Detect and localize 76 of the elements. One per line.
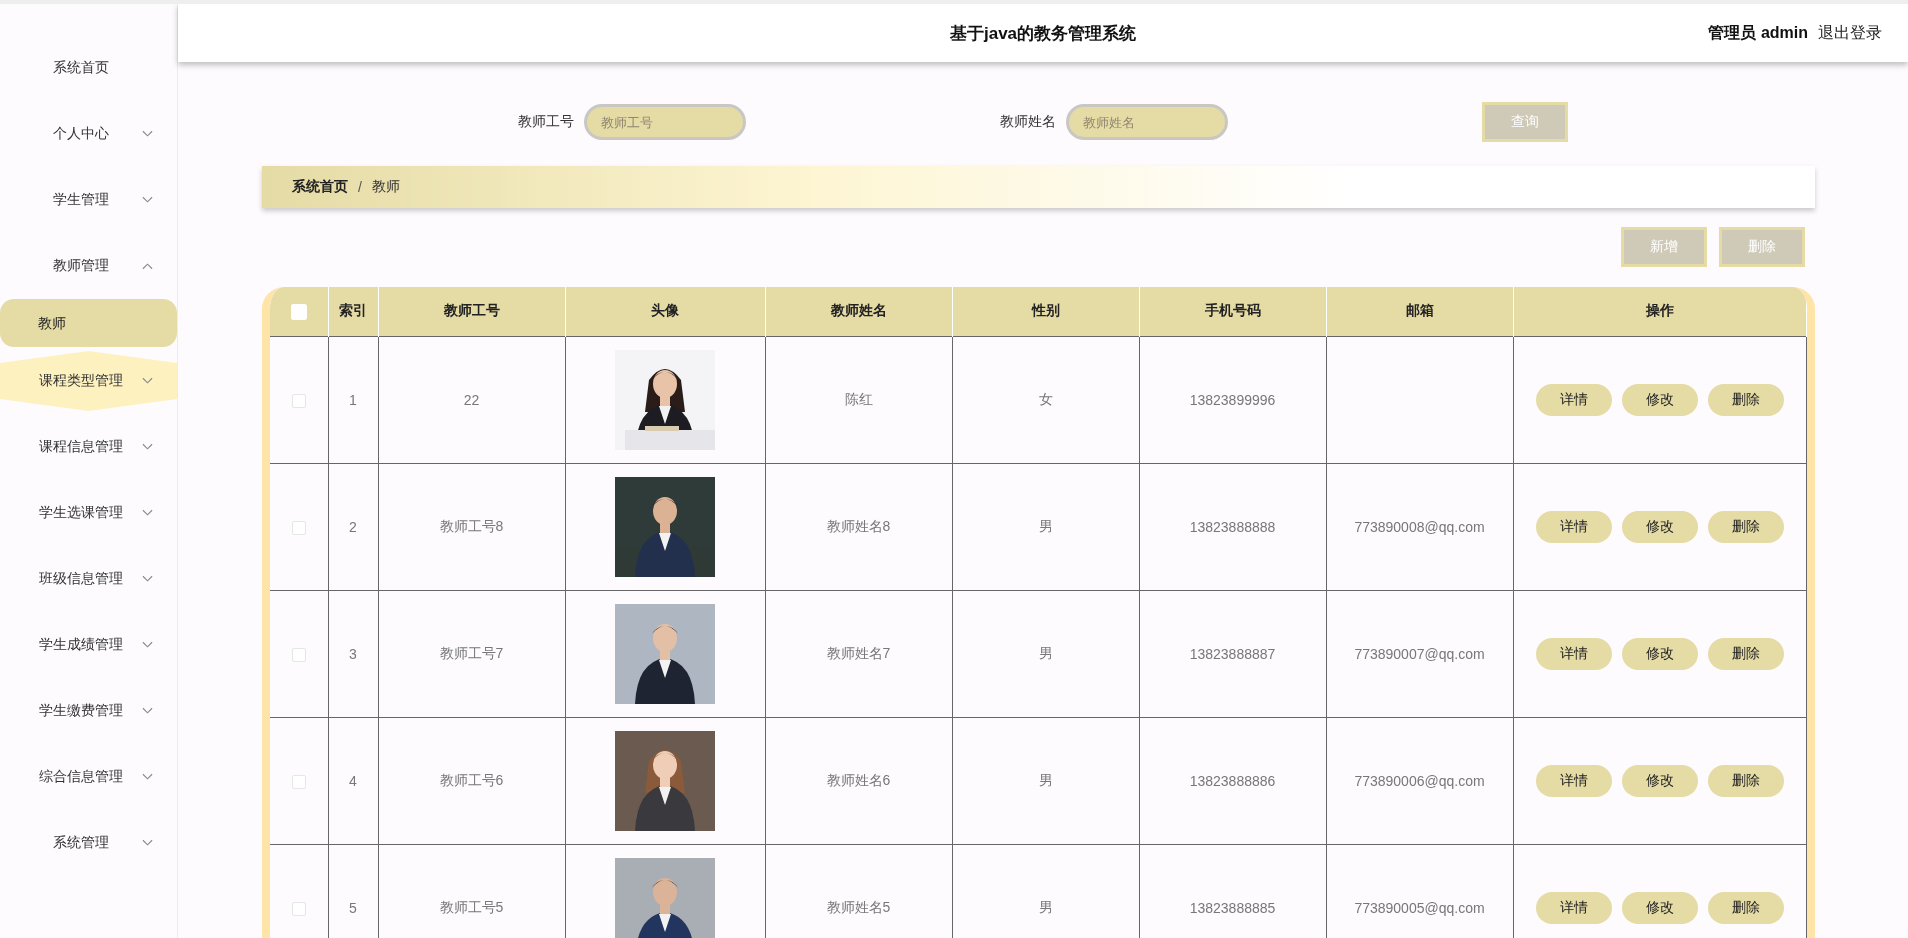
row-checkbox[interactable] bbox=[291, 393, 306, 408]
delete-button[interactable]: 删除 bbox=[1707, 764, 1784, 797]
details-button[interactable]: 详情 bbox=[1535, 637, 1612, 670]
table-cell: 女 bbox=[952, 336, 1139, 464]
table-cell: 教师姓名7 bbox=[765, 590, 952, 718]
table-cell: 教师姓名6 bbox=[765, 717, 952, 845]
details-button[interactable]: 详情 bbox=[1535, 383, 1612, 416]
table-cell: 教师工号7 bbox=[378, 590, 565, 718]
row-checkbox[interactable] bbox=[291, 901, 306, 916]
row-checkbox[interactable] bbox=[291, 774, 306, 789]
row-checkbox[interactable] bbox=[291, 647, 306, 662]
search-field[interactable]: 教师工号 bbox=[584, 104, 746, 140]
table-cell: 男 bbox=[952, 590, 1139, 718]
sidebar-item[interactable]: 课程信息管理 bbox=[0, 414, 177, 480]
table-cell: 773890006@qq.com bbox=[1354, 772, 1485, 789]
delete-button[interactable]: 删除 bbox=[1707, 637, 1784, 670]
details-button[interactable]: 详情 bbox=[1535, 764, 1612, 797]
table-cell: 教师工号8 bbox=[378, 463, 565, 591]
table-cell: 男 bbox=[952, 463, 1139, 591]
field-label: 教师姓名 bbox=[1000, 113, 1056, 131]
select-all-checkbox[interactable] bbox=[290, 303, 307, 320]
breadcrumb-current: 教师 bbox=[371, 177, 400, 196]
edit-button[interactable]: 修改 bbox=[1621, 510, 1698, 543]
sidebar-item[interactable]: 系统管理 bbox=[0, 810, 177, 876]
table-cell: 4 bbox=[328, 717, 378, 845]
table-cell: 22 bbox=[378, 336, 565, 464]
sidebar-item[interactable]: 课程类型管理 bbox=[0, 351, 177, 411]
column-header: 教师工号 bbox=[378, 286, 565, 337]
sidebar-item[interactable]: 系统首页 bbox=[0, 35, 177, 101]
row-checkbox[interactable] bbox=[291, 520, 306, 535]
search-field[interactable]: 教师姓名 bbox=[1066, 104, 1228, 140]
field-label: 教师工号 bbox=[518, 113, 574, 131]
sidebar-item[interactable]: 个人中心 bbox=[0, 101, 177, 167]
edit-button[interactable]: 修改 bbox=[1621, 383, 1698, 416]
column-header: 教师姓名 bbox=[765, 286, 952, 337]
details-button[interactable]: 详情 bbox=[1535, 510, 1612, 543]
table-cell: 教师姓名8 bbox=[765, 463, 952, 591]
sidebar-item[interactable]: 学生缴费管理 bbox=[0, 678, 177, 744]
column-header: 手机号码 bbox=[1139, 286, 1326, 337]
table-cell: 773890007@qq.com bbox=[1354, 645, 1485, 662]
breadcrumb-separator: / bbox=[358, 178, 362, 195]
column-header: 性别 bbox=[952, 286, 1139, 337]
sidebar-item[interactable]: 学生选课管理 bbox=[0, 480, 177, 546]
sidebar-item[interactable]: 班级信息管理 bbox=[0, 546, 177, 612]
table-cell: 男 bbox=[952, 717, 1139, 845]
table-cell: 773890005@qq.com bbox=[1354, 899, 1485, 916]
sidebar-item[interactable]: 综合信息管理 bbox=[0, 744, 177, 810]
edit-button[interactable]: 修改 bbox=[1621, 764, 1698, 797]
delete-button[interactable]: 删除 bbox=[1707, 383, 1784, 416]
table-cell: 13823888887 bbox=[1139, 590, 1326, 718]
column-header: 邮箱 bbox=[1326, 286, 1513, 337]
delete-button[interactable]: 删除 bbox=[1707, 510, 1784, 543]
column-header: 操作 bbox=[1513, 286, 1807, 337]
sidebar-item[interactable]: 学生管理 bbox=[0, 167, 177, 233]
table-cell: 陈红 bbox=[765, 336, 952, 464]
user-label: 管理员 admin bbox=[1708, 22, 1808, 43]
table-cell: 773890008@qq.com bbox=[1354, 518, 1485, 535]
table-cell: 教师工号6 bbox=[378, 717, 565, 845]
table-cell: 13823888888 bbox=[1139, 463, 1326, 591]
logout-link[interactable]: 退出登录 bbox=[1818, 22, 1882, 44]
submenu-item[interactable]: 教师 bbox=[0, 299, 177, 347]
edit-button[interactable]: 修改 bbox=[1621, 637, 1698, 670]
sidebar-item[interactable]: 学生成绩管理 bbox=[0, 612, 177, 678]
table-cell: 2 bbox=[328, 463, 378, 591]
breadcrumb-link[interactable]: 系统首页 bbox=[292, 177, 348, 196]
sidebar-item[interactable]: 教师管理 bbox=[0, 233, 177, 299]
table-cell: 13823899996 bbox=[1139, 336, 1326, 464]
table-cell: 1 bbox=[328, 336, 378, 464]
edit-button[interactable]: 修改 bbox=[1621, 891, 1698, 924]
column-header: 头像 bbox=[565, 286, 765, 337]
app-title: 基于java的教务管理系统 bbox=[949, 22, 1137, 45]
column-header: 索引 bbox=[328, 286, 378, 337]
table-cell: 3 bbox=[328, 590, 378, 718]
table-cell: 13823888886 bbox=[1139, 717, 1326, 845]
details-button[interactable]: 详情 bbox=[1535, 891, 1612, 924]
delete-button[interactable]: 删除 bbox=[1707, 891, 1784, 924]
